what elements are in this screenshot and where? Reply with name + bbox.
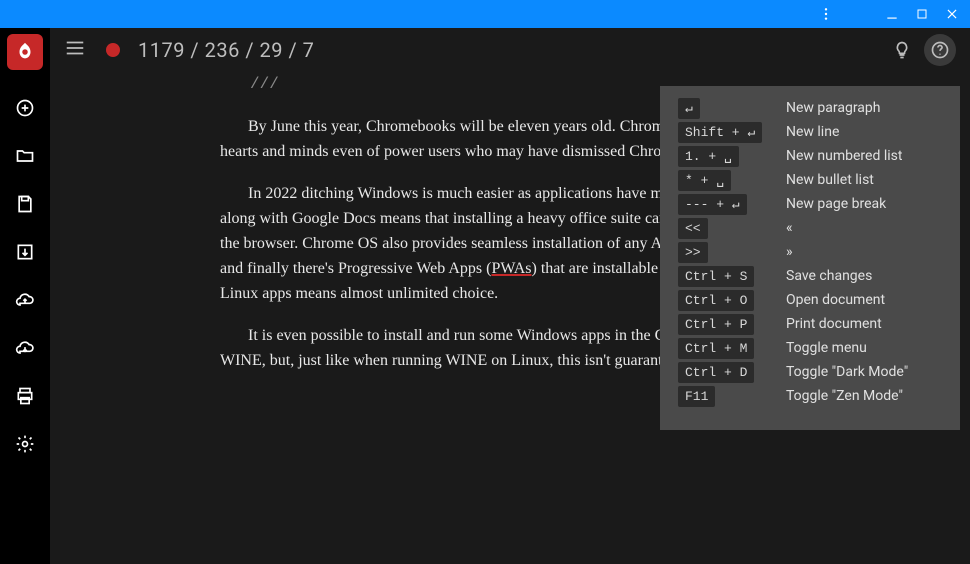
cloud-download-button[interactable] — [9, 332, 41, 364]
shortcut-row: << « — [678, 220, 942, 236]
shortcut-desc: Print document — [786, 316, 882, 332]
export-button[interactable] — [9, 236, 41, 268]
shortcut-key: * + ␣ — [678, 170, 731, 191]
tips-button[interactable] — [886, 34, 918, 66]
shortcut-row: F11 Toggle "Zen Mode" — [678, 388, 942, 404]
shortcut-row: Ctrl + S Save changes — [678, 268, 942, 284]
shortcut-key: >> — [678, 242, 708, 263]
shortcut-key: Ctrl + P — [678, 314, 754, 335]
shortcut-row: Ctrl + O Open document — [678, 292, 942, 308]
shortcut-row: --- + ↵ New page break — [678, 196, 942, 212]
shortcut-row: Ctrl + D Toggle "Dark Mode" — [678, 364, 942, 380]
new-document-button[interactable] — [9, 92, 41, 124]
shortcut-key: Ctrl + O — [678, 290, 754, 311]
cloud-upload-button[interactable] — [9, 284, 41, 316]
shortcut-key: Ctrl + M — [678, 338, 754, 359]
shortcut-key: Ctrl + D — [678, 362, 754, 383]
shortcut-desc: Save changes — [786, 268, 872, 284]
menu-toggle-button[interactable] — [64, 37, 86, 63]
shortcut-desc: New paragraph — [786, 100, 881, 116]
shortcut-row: >> » — [678, 244, 942, 260]
shortcut-desc: « — [786, 220, 793, 236]
window-close-button[interactable] — [940, 2, 964, 26]
shortcut-row: ↵ New paragraph — [678, 100, 942, 116]
browser-menu-icon[interactable] — [814, 2, 838, 26]
link-pwas[interactable]: PWAs — [491, 260, 531, 277]
shortcut-desc: New page break — [786, 196, 886, 212]
print-button[interactable] — [9, 380, 41, 412]
sidebar — [0, 28, 50, 564]
shortcut-desc: New numbered list — [786, 148, 902, 164]
shortcut-key: ↵ — [678, 98, 700, 119]
shortcut-key: << — [678, 218, 708, 239]
shortcut-row: 1. + ␣ New numbered list — [678, 148, 942, 164]
shortcut-desc: » — [786, 244, 793, 260]
shortcut-desc: Toggle "Dark Mode" — [786, 364, 908, 380]
shortcut-key: Shift + ↵ — [678, 122, 762, 143]
shortcut-key: 1. + ␣ — [678, 146, 739, 167]
shortcut-key: Ctrl + S — [678, 266, 754, 287]
shortcuts-popup: ↵ New paragraph Shift + ↵ New line 1. + ␣ New… — [660, 86, 960, 430]
settings-button[interactable] — [9, 428, 41, 460]
shortcut-row: Ctrl + M Toggle menu — [678, 340, 942, 356]
shortcut-key: --- + ↵ — [678, 194, 747, 215]
app-logo[interactable] — [7, 34, 43, 70]
shortcut-desc: Toggle "Zen Mode" — [786, 388, 903, 404]
window-minimize-button[interactable] — [880, 2, 904, 26]
help-button[interactable] — [924, 34, 956, 66]
window-titlebar — [0, 0, 970, 28]
word-count: 1179 / 236 / 29 / 7 — [138, 38, 314, 62]
shortcut-desc: New line — [786, 124, 839, 140]
shortcut-desc: Open document — [786, 292, 885, 308]
save-button[interactable] — [9, 188, 41, 220]
window-maximize-button[interactable] — [910, 2, 934, 26]
shortcut-desc: New bullet list — [786, 172, 874, 188]
shortcut-row: Ctrl + P Print document — [678, 316, 942, 332]
shortcut-desc: Toggle menu — [786, 340, 867, 356]
topbar: 1179 / 236 / 29 / 7 — [50, 28, 970, 72]
open-folder-button[interactable] — [9, 140, 41, 172]
shortcut-key: F11 — [678, 386, 715, 407]
shortcut-row: * + ␣ New bullet list — [678, 172, 942, 188]
shortcut-row: Shift + ↵ New line — [678, 124, 942, 140]
status-dot-icon — [106, 43, 120, 57]
